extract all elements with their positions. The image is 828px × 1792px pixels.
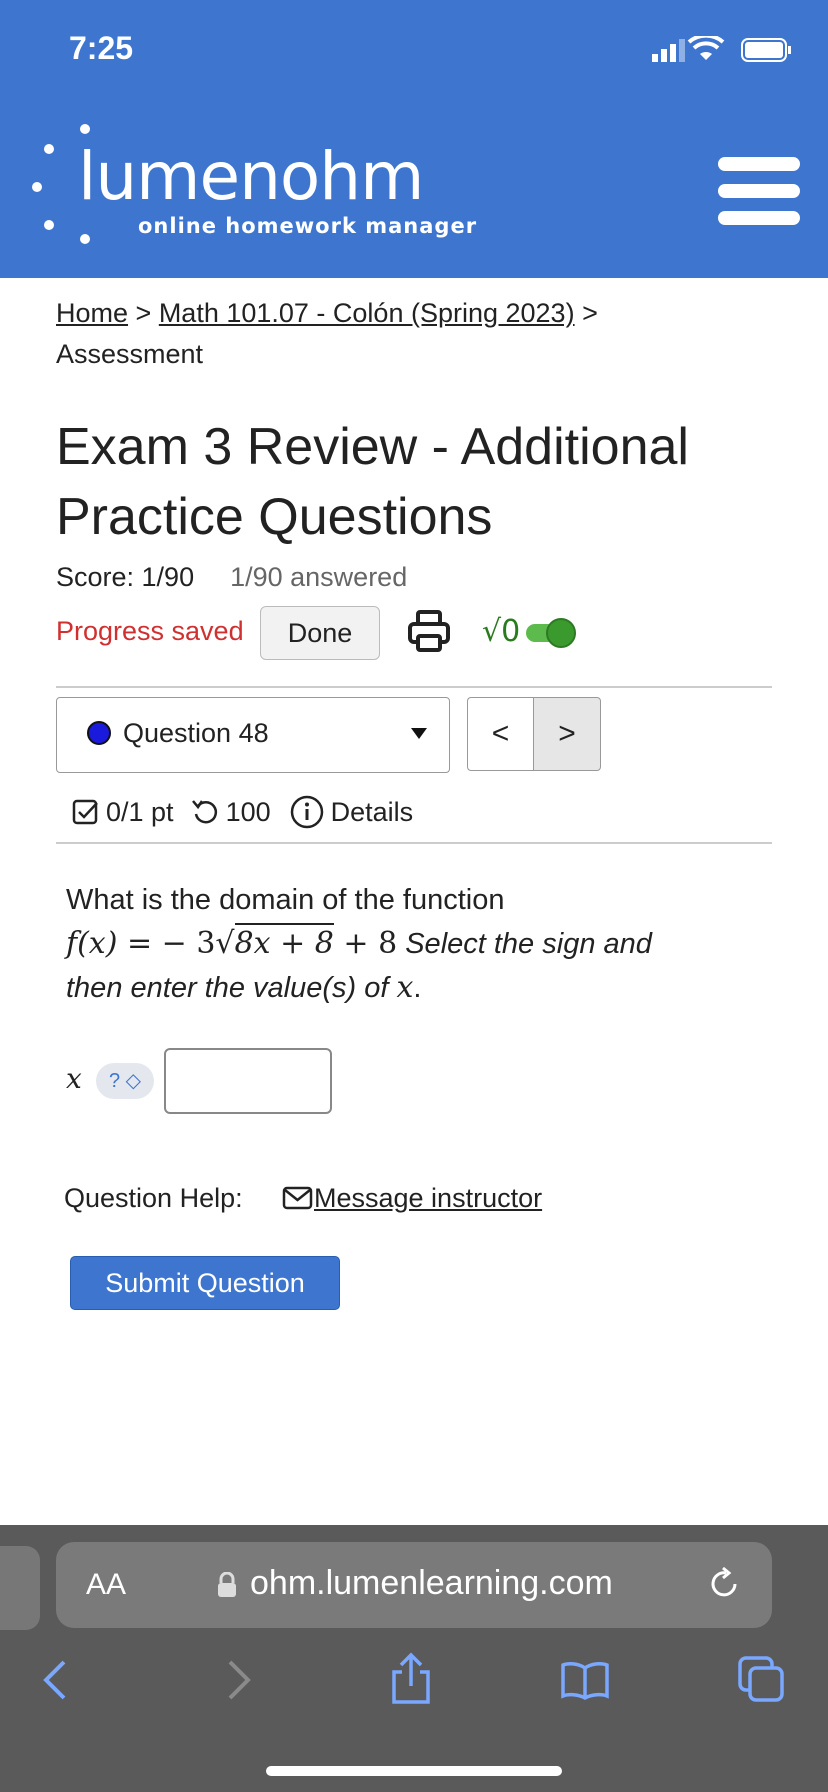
- coefficient: − 3: [161, 926, 216, 961]
- question-select[interactable]: Question 48: [56, 697, 450, 773]
- question-select-label: Question 48: [123, 718, 269, 748]
- address-bar[interactable]: AA ohm.lumenlearning.com: [56, 1542, 772, 1628]
- reload-icon[interactable]: [708, 1566, 742, 1602]
- status-time: 7:25: [69, 30, 134, 66]
- home-indicator: [266, 1766, 562, 1776]
- message-instructor-link[interactable]: Message instructor: [282, 1183, 542, 1214]
- mail-icon: [282, 1186, 313, 1209]
- retry-icon: [191, 800, 217, 824]
- divider: [56, 842, 772, 844]
- previous-tab-edge[interactable]: [0, 1546, 40, 1630]
- sqrt-icon: √0: [482, 614, 521, 649]
- done-button[interactable]: Done: [260, 606, 380, 660]
- info-icon[interactable]: [289, 794, 325, 830]
- sign-select[interactable]: ? ◇: [96, 1063, 154, 1099]
- breadcrumb-course-link[interactable]: Math 101.07 - Colón (Spring 2023): [159, 298, 575, 328]
- score-label: Score: 1/90: [56, 562, 195, 592]
- next-question-button[interactable]: >: [533, 697, 601, 771]
- equals-sign: =: [117, 926, 162, 961]
- hamburger-menu-icon[interactable]: [718, 157, 800, 225]
- breadcrumb-separator: >: [574, 298, 598, 328]
- forward-arrow-icon[interactable]: [222, 1658, 254, 1702]
- breadcrumb-separator: >: [128, 298, 159, 328]
- answer-variable: x: [66, 1062, 82, 1095]
- question-text: What is the domain of the function f(x) …: [66, 878, 756, 1010]
- instruction-period: .: [413, 972, 422, 1004]
- share-icon[interactable]: [388, 1652, 434, 1706]
- score-row: Score: 1/90 1/90 answered: [56, 562, 407, 593]
- instruction-part-1: Select the sign and: [405, 928, 652, 960]
- question-prompt: What is the domain of the function: [66, 884, 505, 916]
- status-icons: [652, 36, 791, 62]
- function-name: f(x): [66, 926, 118, 961]
- divider: [56, 686, 772, 688]
- radicand: 8x + 8: [234, 923, 334, 961]
- breadcrumb-current: Assessment: [56, 339, 204, 369]
- toggle-knob: [546, 618, 576, 648]
- math-display-toggle[interactable]: √0: [482, 610, 582, 654]
- printer-icon[interactable]: [406, 608, 452, 654]
- lock-icon: [218, 1572, 236, 1597]
- sqrt-sign: √: [215, 926, 235, 961]
- page-title: Exam 3 Review - Additional Practice Ques…: [56, 418, 689, 546]
- checkbox-icon: [72, 799, 98, 825]
- breadcrumb-home-link[interactable]: Home: [56, 298, 128, 328]
- breadcrumb: Home > Math 101.07 - Colón (Spring 2023)…: [56, 293, 776, 375]
- logo-dot: [80, 124, 90, 134]
- answered-count: 1/90 answered: [230, 562, 408, 592]
- logo-wordmark[interactable]: lumenohm: [78, 138, 424, 215]
- retries-count: 100: [225, 796, 271, 827]
- question-meta: 0/1 pt 100 Details: [72, 794, 413, 830]
- question-status-dot: [87, 721, 111, 745]
- details-link[interactable]: Details: [331, 797, 414, 828]
- back-arrow-icon[interactable]: [40, 1658, 72, 1702]
- constant-term: + 8: [333, 926, 398, 961]
- submit-question-button[interactable]: Submit Question: [70, 1256, 340, 1310]
- dropdown-caret-icon: [411, 728, 427, 739]
- question-help-label: Question Help:: [64, 1183, 243, 1213]
- progress-status: Progress saved: [56, 616, 244, 646]
- variable-x: x: [396, 970, 414, 1005]
- logo-dot: [32, 182, 42, 192]
- answer-input[interactable]: [164, 1048, 332, 1114]
- url-text: ohm.lumenlearning.com: [250, 1564, 613, 1602]
- instruction-part-2: then enter the value(s) of: [66, 972, 389, 1004]
- logo-dot: [80, 234, 90, 244]
- tabs-icon[interactable]: [736, 1654, 786, 1704]
- bookmarks-icon[interactable]: [560, 1660, 610, 1700]
- points-label: 0/1 pt: [106, 796, 174, 827]
- logo-dot: [44, 220, 54, 230]
- logo-dot: [44, 144, 54, 154]
- logo-tagline: online homework manager: [138, 214, 478, 238]
- message-instructor-label: Message instructor: [314, 1183, 543, 1213]
- reader-settings-button[interactable]: AA: [86, 1568, 126, 1602]
- previous-question-button[interactable]: <: [467, 697, 533, 771]
